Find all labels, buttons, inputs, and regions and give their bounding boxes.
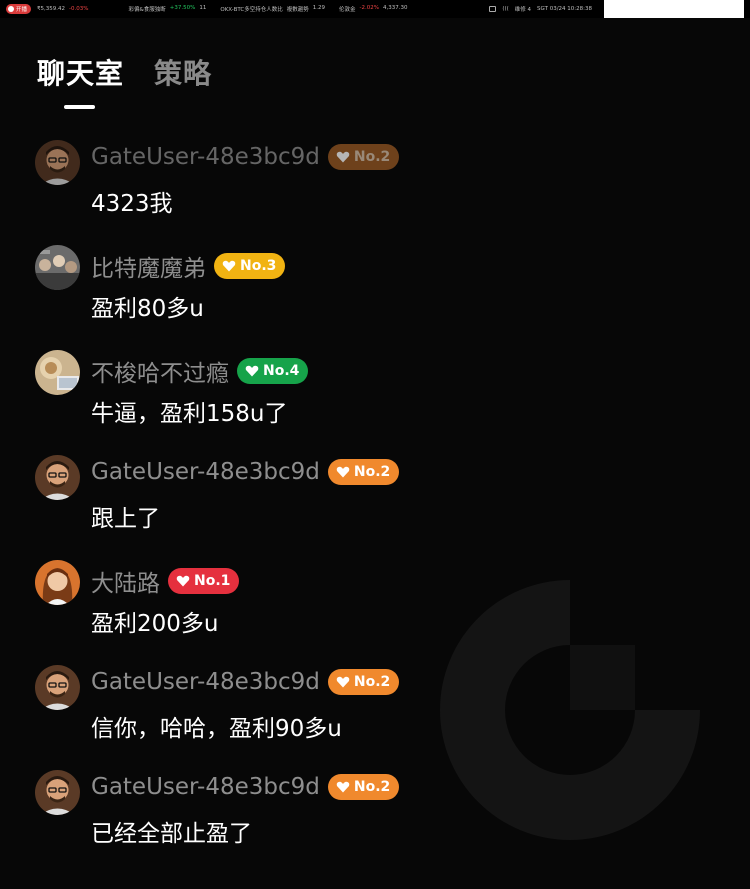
live-badge[interactable]: 开播: [6, 4, 32, 14]
chat-page: 开播 ₹5,359.42 -0.03% 彩偏&食服独断 +37.50% 11 OKX-…: [0, 0, 750, 889]
rank-label: No.2: [353, 149, 391, 165]
chat-message: 大陆路 No.1 盈利200多u: [0, 558, 750, 663]
username[interactable]: 比特魔魔弟: [91, 249, 206, 283]
chat-message: GateUser-48e3bc9d No.2 信你，哈哈，盈利90多u: [0, 663, 750, 768]
heart-diamond-icon: [336, 466, 350, 478]
message-header: GateUser-48e3bc9d No.2: [91, 459, 400, 485]
ticker-item[interactable]: 彩偏&食服独断 +37.50% 11: [128, 5, 206, 13]
username[interactable]: GateUser-48e3bc9d: [91, 774, 320, 800]
chat-message: GateUser-48e3bc9d No.2 跟上了: [0, 453, 750, 558]
ticker-item[interactable]: OKX-BTC多空持仓人数比 複數趨勢 1.29: [220, 5, 325, 13]
username[interactable]: 不梭哈不过瘾: [91, 354, 229, 388]
wifi-icon: (((: [502, 6, 509, 12]
live-dot-icon: [8, 6, 14, 12]
tab-chatroom[interactable]: 聊天室: [37, 52, 124, 92]
username[interactable]: GateUser-48e3bc9d: [91, 669, 320, 695]
tab-bar: 聊天室 策略: [37, 52, 212, 92]
rank-badge: No.3: [214, 253, 286, 279]
man-glasses-avatar[interactable]: [35, 455, 80, 500]
message-text: 牛逼，盈利158u了: [91, 401, 288, 427]
username[interactable]: GateUser-48e3bc9d: [91, 459, 320, 485]
message-header: 不梭哈不过瘾 No.4: [91, 354, 309, 388]
username[interactable]: 大陆路: [91, 564, 160, 598]
message-text: 4323我: [91, 191, 173, 217]
rank-label: No.4: [263, 363, 300, 379]
ticker-status: ((( 维修 4 SGT 03/24 10:28:38: [489, 0, 750, 18]
heart-diamond-icon: [336, 151, 350, 163]
man-glasses-avatar[interactable]: [35, 665, 80, 710]
message-header: GateUser-48e3bc9d No.2: [91, 774, 400, 800]
rank-badge: No.2: [327, 774, 400, 800]
message-text: 已经全部止盈了: [91, 821, 252, 847]
message-text: 跟上了: [91, 506, 160, 532]
chat-message: GateUser-48e3bc9d No.2 已经全部止盈了: [0, 768, 750, 873]
message-header: GateUser-48e3bc9d No.2: [91, 144, 400, 170]
monitor-icon[interactable]: [489, 6, 497, 12]
heart-diamond-icon: [245, 365, 259, 377]
heart-diamond-icon: [336, 676, 350, 688]
crowd-photo-avatar[interactable]: [35, 245, 80, 290]
ticker-item[interactable]: 伦敦金 -2.02% 4,337.30: [339, 5, 407, 13]
heart-diamond-icon: [222, 260, 236, 272]
rank-badge: No.4: [237, 358, 309, 384]
heart-diamond-icon: [336, 781, 350, 793]
message-list: GateUser-48e3bc9d No.2 4323我比特魔魔弟 No.3 盈利80多…: [0, 138, 750, 873]
man-glasses-avatar[interactable]: [35, 770, 80, 815]
username[interactable]: GateUser-48e3bc9d: [91, 144, 320, 170]
rank-badge: No.2: [327, 459, 400, 485]
ticker-item[interactable]: ₹5,359.42 -0.03%: [37, 6, 88, 12]
rank-label: No.2: [353, 779, 391, 795]
rank-label: No.1: [194, 573, 231, 589]
message-header: 比特魔魔弟 No.3: [91, 249, 286, 283]
ticker-bar: 开播 ₹5,359.42 -0.03% 彩偏&食服独断 +37.50% 11 OKX-…: [0, 0, 750, 18]
rank-label: No.3: [240, 258, 277, 274]
active-tab-indicator: [64, 105, 95, 109]
rank-badge: No.2: [327, 144, 400, 170]
food-photo-avatar[interactable]: [35, 350, 80, 395]
rank-badge: No.1: [168, 568, 240, 594]
heart-diamond-icon: [176, 575, 190, 587]
message-header: GateUser-48e3bc9d No.2: [91, 669, 400, 695]
rank-label: No.2: [353, 674, 391, 690]
rank-badge: No.2: [327, 669, 400, 695]
chat-message: 比特魔魔弟 No.3 盈利80多u: [0, 243, 750, 348]
chat-message: GateUser-48e3bc9d No.2 4323我: [0, 138, 750, 243]
window-area: [604, 0, 744, 18]
chat-message: 不梭哈不过瘾 No.4 牛逼，盈利158u了: [0, 348, 750, 453]
message-text: 盈利80多u: [91, 296, 204, 322]
message-text: 信你，哈哈，盈利90多u: [91, 716, 342, 742]
woman-avatar[interactable]: [35, 560, 80, 605]
message-header: 大陆路 No.1: [91, 564, 240, 598]
man-glasses-avatar[interactable]: [35, 140, 80, 185]
rank-label: No.2: [353, 464, 391, 480]
message-text: 盈利200多u: [91, 611, 219, 637]
tab-strategy[interactable]: 策略: [154, 52, 212, 92]
